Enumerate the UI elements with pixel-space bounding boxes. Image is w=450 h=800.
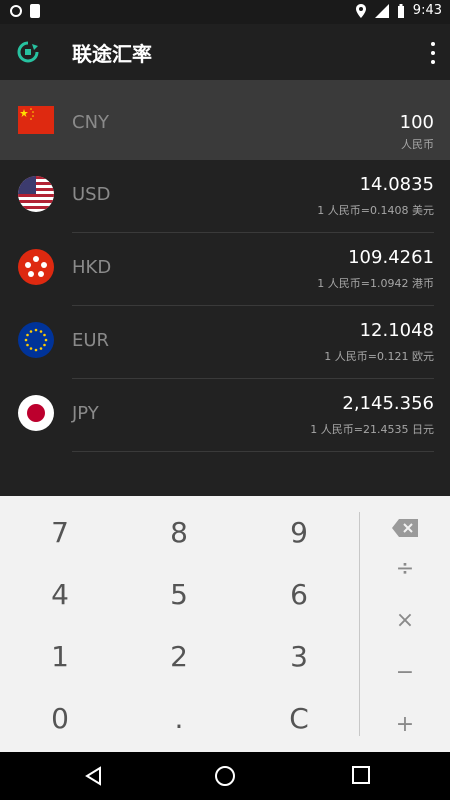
currency-code: CNY <box>72 112 110 133</box>
numeric-keypad: 7 8 9 4 5 6 1 2 3 0 . C ÷ × − + <box>0 496 450 752</box>
battery-icon <box>397 3 404 18</box>
currency-subtitle: 1 人民币=21.4535 日元 <box>310 423 434 436</box>
add-button[interactable]: + <box>385 712 425 737</box>
signal-icon <box>374 3 389 18</box>
overflow-menu-icon[interactable] <box>430 42 436 64</box>
app-title: 联途汇率 <box>72 42 152 66</box>
flag-eu-icon <box>18 322 54 358</box>
flag-hk-icon <box>18 249 54 285</box>
key-8[interactable]: 8 <box>139 516 219 549</box>
recent-apps-icon[interactable] <box>352 766 370 784</box>
currency-row-eur[interactable]: EUR 12.1048 1 人民币=0.121 欧元 <box>0 306 450 379</box>
status-bar: 9:43 <box>0 0 450 24</box>
key-2[interactable]: 2 <box>139 640 219 673</box>
key-6[interactable]: 6 <box>259 578 339 611</box>
app-logo-icon <box>17 41 39 63</box>
key-1[interactable]: 1 <box>20 640 100 673</box>
location-icon <box>355 3 366 18</box>
key-9[interactable]: 9 <box>259 516 339 549</box>
currency-value: 2,145.356 <box>342 393 434 414</box>
currency-subtitle: 1 人民币=0.1408 美元 <box>317 204 434 217</box>
key-7[interactable]: 7 <box>20 516 100 549</box>
currency-code: HKD <box>72 257 112 278</box>
currency-value: 12.1048 <box>359 320 434 341</box>
back-icon[interactable] <box>84 766 102 786</box>
currency-row-cny[interactable]: CNY 100 人民币 <box>0 80 450 160</box>
key-3[interactable]: 3 <box>259 640 339 673</box>
backspace-icon[interactable] <box>392 519 418 537</box>
currency-subtitle: 人民币 <box>401 138 434 151</box>
key-decimal[interactable]: . <box>139 702 219 735</box>
key-4[interactable]: 4 <box>20 578 100 611</box>
currency-value: 14.0835 <box>359 174 434 195</box>
currency-code: USD <box>72 184 111 205</box>
currency-code: JPY <box>72 403 99 424</box>
notification-icon <box>10 5 22 17</box>
currency-value: 109.4261 <box>348 247 434 268</box>
currency-subtitle: 1 人民币=1.0942 港币 <box>317 277 434 290</box>
divider <box>72 451 434 452</box>
currency-row-jpy[interactable]: JPY 2,145.356 1 人民币=21.4535 日元 <box>0 379 450 452</box>
flag-us-icon <box>18 176 54 212</box>
multiply-button[interactable]: × <box>385 608 425 633</box>
currency-row-hkd[interactable]: HKD 109.4261 1 人民币=1.0942 港币 <box>0 233 450 306</box>
currency-list: CNY 100 人民币 USD 14.0835 1 人民币=0.1408 美元 … <box>0 80 450 496</box>
currency-value-input[interactable]: 100 <box>400 112 434 133</box>
sim-card-icon <box>30 4 40 18</box>
key-0[interactable]: 0 <box>20 702 100 735</box>
currency-row-usd[interactable]: USD 14.0835 1 人民币=0.1408 美元 <box>0 160 450 233</box>
flag-cn-icon <box>18 106 54 134</box>
home-icon[interactable] <box>215 766 235 786</box>
currency-code: EUR <box>72 330 110 351</box>
currency-subtitle: 1 人民币=0.121 欧元 <box>324 350 434 363</box>
app-bar: 联途汇率 <box>0 24 450 80</box>
subtract-button[interactable]: − <box>385 660 425 685</box>
divide-button[interactable]: ÷ <box>385 556 425 581</box>
system-nav-bar <box>0 752 450 800</box>
flag-jp-icon <box>18 395 54 431</box>
key-clear[interactable]: C <box>259 702 339 735</box>
status-time: 9:43 <box>412 3 442 18</box>
keypad-separator <box>359 512 360 736</box>
key-5[interactable]: 5 <box>139 578 219 611</box>
